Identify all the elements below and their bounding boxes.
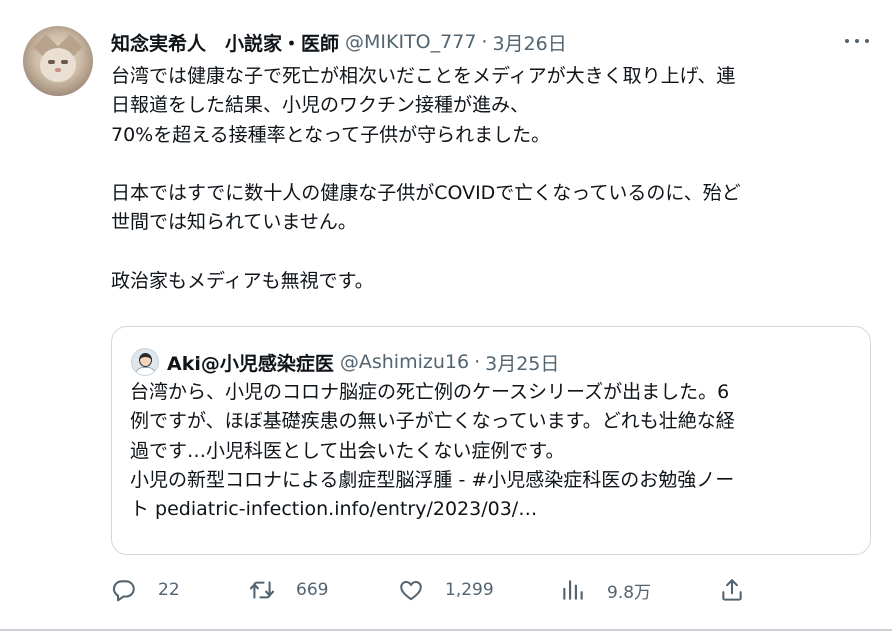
tweet-text-line: 世間では知られていません。 (111, 211, 357, 234)
quoted-text-line: 例ですが、ほぼ基礎疾患の無い子が亡くなっています。どれも壮絶な経 (130, 410, 735, 433)
retweet-icon (249, 577, 275, 603)
tweet-header: 知念実希人 小説家・医師 @MIKITO_777 · 3月26日 (111, 28, 567, 56)
heart-icon (398, 577, 424, 603)
reply-icon (111, 577, 137, 603)
views-button[interactable]: 9.8万 (560, 573, 651, 607)
tweet-text-line: 70%を超える接種率となって子供が守られました。 (111, 123, 551, 146)
cat-avatar-icon[interactable] (23, 26, 93, 96)
tweet-date[interactable]: 3月26日 (492, 29, 566, 56)
quoted-author-display-name: Aki@小児感染症医 (167, 352, 334, 375)
reply-count: 22 (158, 580, 180, 600)
quoted-tweet-header: Aki@小児感染症医 @Ashimizu16 · 3月25日 (167, 348, 559, 376)
quoted-tweet-text: 台湾から、小児のコロナ脳症の死亡例のケースシリーズが出ました。6 例ですが、ほぼ… (130, 378, 860, 524)
tweet-text-line: 政治家もメディアも無視です。 (111, 270, 374, 293)
quoted-text-line: 小児の新型コロナによる劇症型脳浮腫 - #小児感染症科医のお勉強ノー (130, 468, 735, 491)
doctor-avatar-icon (131, 348, 159, 376)
retweet-button[interactable]: 669 (249, 573, 328, 607)
share-icon (719, 577, 745, 603)
share-button[interactable] (719, 573, 745, 607)
quoted-tweet[interactable]: Aki@小児感染症医 @Ashimizu16 · 3月25日 台湾から、小児のコ… (111, 326, 871, 555)
quoted-tweet-date: 3月25日 (485, 352, 560, 375)
reply-button[interactable]: 22 (111, 573, 180, 607)
like-button[interactable]: 1,299 (398, 573, 494, 607)
more-dots-icon[interactable] (845, 30, 869, 52)
separator-dot: · (481, 31, 488, 53)
retweet-count: 669 (296, 580, 329, 600)
views-count: 9.8万 (607, 582, 652, 603)
like-count: 1,299 (445, 580, 494, 600)
tweet-card[interactable]: 知念実希人 小説家・医師 @MIKITO_777 · 3月26日 台湾では健康な… (0, 0, 892, 631)
tweet-text-line: 日報道をした結果、小児のワクチン接種が進み、 (111, 94, 530, 117)
author-handle[interactable]: @MIKITO_777 (345, 31, 476, 53)
tweet-text: 台湾では健康な子で死亡が相次いだことをメディアが大きく取り上げ、連 日報道をした… (111, 62, 871, 296)
tweet-text-line: 台湾では健康な子で死亡が相次いだことをメディアが大きく取り上げ、連 (111, 65, 736, 87)
quoted-author-handle: @Ashimizu16 (339, 351, 470, 373)
separator-dot: · (474, 351, 481, 373)
views-chart-icon (560, 577, 586, 603)
quoted-text-line: ト pediatric-infection.info/entry/2023/03… (130, 498, 538, 521)
author-display-name[interactable]: 知念実希人 小説家・医師 (111, 29, 339, 56)
tweet-text-line: 日本ではすでに数十人の健康な子供がCOVIDで亡くなっているのに、殆ど (111, 182, 741, 205)
tweet-actions-bar: 22 669 1,299 9.8万 (111, 573, 751, 607)
quoted-text-line: 過です…小児科医として出会いたくない症例です。 (130, 439, 565, 462)
quoted-text-line: 台湾から、小児のコロナ脳症の死亡例のケースシリーズが出ました。6 (130, 381, 730, 403)
